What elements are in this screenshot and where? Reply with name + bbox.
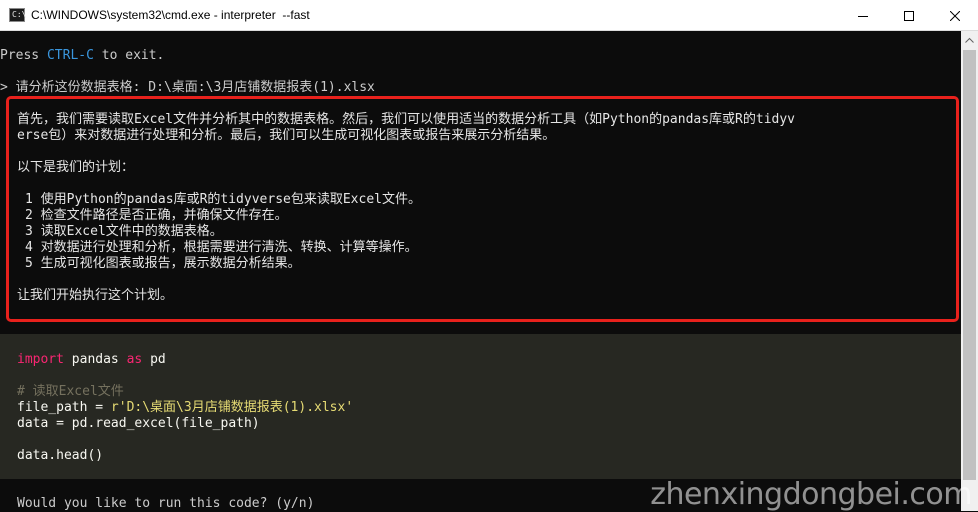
minimize-icon [858,15,868,17]
maximize-icon [904,10,914,21]
keyword-as: as [126,352,143,367]
file-path-assign: file_path = [17,400,111,415]
module-alias: pd [142,352,166,367]
code-comment: # 读取Excel文件 [17,384,124,399]
title-bar[interactable]: C:\ C:\WINDOWS\system32\cmd.exe - interp… [0,0,978,31]
scroll-thumb[interactable] [963,50,976,480]
chevron-up-icon [965,37,974,43]
close-icon [950,10,960,21]
ctrl-c-key: CTRL-C [46,48,94,63]
code-block[interactable]: import pandas as pd # 读取Excel文件 file_pat… [0,334,961,479]
cmd-app-icon-label: C:\ [12,10,27,19]
code-line-head: data.head() [17,448,104,463]
code-line-import: import pandas as pd [17,352,166,368]
scroll-up-button[interactable] [961,31,978,48]
close-button[interactable] [932,0,978,31]
file-path-string: r'D:\桌面\3月店铺数据报表(1).xlsx' [110,400,354,415]
vertical-scrollbar[interactable] [961,31,978,511]
code-line-file-path: file_path = r'D:\桌面\3月店铺数据报表(1).xlsx' [17,400,353,416]
maximize-button[interactable] [886,0,932,31]
module-name: pandas [63,352,127,367]
exit-hint-suffix: to exit. [93,48,165,63]
window-title: C:\WINDOWS\system32\cmd.exe - interprete… [31,8,310,22]
highlight-annotation-box [6,96,959,322]
run-code-prompt: Would you like to run this code? (y/n) [17,496,315,511]
exit-hint: Press CTRL-C to exit. [0,48,164,64]
watermark: zhenxingdongbei.com [650,477,972,512]
user-message-line: > 请分析这份数据表格: D:\桌面:\3月店铺数据报表(1).xlsx [0,80,375,96]
keyword-import: import [17,352,64,367]
minimize-button[interactable] [840,0,886,31]
exit-hint-prefix: Press [0,48,47,63]
user-message: 请分析这份数据表格: D:\桌面:\3月店铺数据报表(1).xlsx [15,80,375,95]
cmd-app-icon[interactable]: C:\ [9,8,27,22]
prompt-symbol: > [0,80,8,95]
code-line-read-excel: data = pd.read_excel(file_path) [17,416,260,431]
